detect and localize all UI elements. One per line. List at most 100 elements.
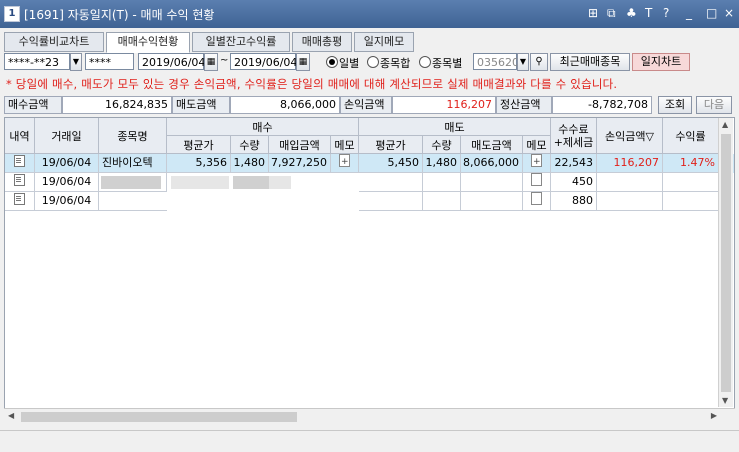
stock-name-cell: 진바이오텍 bbox=[99, 154, 167, 173]
minimize-button[interactable]: _ bbox=[686, 6, 692, 20]
date-cell: 19/06/04 bbox=[35, 192, 99, 211]
buy-amount-label: 매수금액 bbox=[4, 96, 62, 114]
settle-amount-value: -8,782,708 bbox=[552, 96, 652, 114]
account-dropdown-icon[interactable]: ▼ bbox=[70, 53, 82, 71]
col-buy-amount: 매입금액 bbox=[269, 136, 331, 154]
fee-cell: 22,543 bbox=[551, 154, 597, 173]
calendar-from-icon[interactable]: ▦ bbox=[204, 53, 218, 71]
detail-cell[interactable] bbox=[5, 192, 35, 211]
search-icon[interactable]: ⚲ bbox=[530, 53, 548, 71]
scroll-left-icon[interactable]: ◀ bbox=[8, 411, 14, 420]
vertical-scrollbar[interactable]: ▲ ▼ bbox=[718, 118, 733, 407]
sell-qty-cell: 1,480 bbox=[423, 154, 461, 173]
help-icon[interactable]: ? bbox=[663, 6, 669, 20]
copy-icon[interactable]: ⧉ bbox=[607, 6, 616, 21]
col-pnl[interactable]: 손익금액▽ bbox=[597, 118, 663, 154]
date-separator: ~ bbox=[220, 55, 229, 66]
return-rate-cell bbox=[663, 192, 719, 211]
col-group-sell: 매도 bbox=[359, 118, 551, 136]
recent-trades-button[interactable]: 최근매매종목 bbox=[550, 53, 630, 71]
radio-stock-sum[interactable]: 종목합 bbox=[367, 55, 410, 71]
memo-icon[interactable] bbox=[531, 173, 542, 186]
horizontal-scrollbar[interactable]: ◀ ▶ bbox=[4, 408, 735, 425]
scroll-up-icon[interactable]: ▲ bbox=[722, 120, 728, 129]
col-return-rate: 수익률 bbox=[663, 118, 719, 154]
font-icon[interactable]: T bbox=[645, 6, 652, 20]
sell-memo-cell[interactable] bbox=[523, 173, 551, 192]
sell-amount-cell: 8,066,000 bbox=[461, 154, 523, 173]
sell-amount-cell bbox=[461, 173, 523, 192]
col-date: 거래일 bbox=[35, 118, 99, 154]
fee-cell: 450 bbox=[551, 173, 597, 192]
horizontal-scroll-thumb[interactable] bbox=[21, 412, 297, 422]
detail-cell[interactable] bbox=[5, 154, 35, 173]
detail-cell[interactable] bbox=[5, 173, 35, 192]
sell-qty-cell bbox=[423, 173, 461, 192]
date-to-field[interactable]: 2019/06/04 bbox=[230, 53, 297, 70]
redacted-block bbox=[233, 176, 269, 189]
vertical-scroll-thumb[interactable] bbox=[721, 134, 731, 392]
maximize-button[interactable]: □ bbox=[706, 6, 717, 20]
date-cell: 19/06/04 bbox=[35, 173, 99, 192]
table-row[interactable]: 19/06/04 진바이오텍 5,356 1,480 7,927,250 5,4… bbox=[5, 154, 734, 173]
clover-icon[interactable]: ♣ bbox=[626, 6, 637, 20]
tab-trade-profit-status[interactable]: 매매수익현황 bbox=[106, 32, 190, 53]
tab-return-compare-chart[interactable]: 수익률비교차트 bbox=[4, 32, 104, 52]
tab-trade-review[interactable]: 매매총평 bbox=[292, 32, 352, 52]
password-field[interactable]: **** bbox=[85, 53, 134, 70]
col-fee-tax: 수수료 +제세금 bbox=[551, 118, 597, 154]
memo-add-icon[interactable] bbox=[531, 154, 542, 171]
radio-label: 종목합 bbox=[380, 57, 411, 70]
stock-code-field[interactable]: 035620 bbox=[473, 53, 519, 70]
col-sell-amount: 매도금액 bbox=[461, 136, 523, 154]
date-cell: 19/06/04 bbox=[35, 154, 99, 173]
redacted-block bbox=[269, 176, 291, 189]
window-title: [1691] 자동일지(T) - 매매 수익 현황 bbox=[24, 8, 215, 22]
col-sell-avg: 평균가 bbox=[359, 136, 423, 154]
scroll-down-icon[interactable]: ▼ bbox=[722, 396, 728, 405]
date-from-field[interactable]: 2019/06/04 bbox=[138, 53, 205, 70]
sell-amount-label: 매도금액 bbox=[172, 96, 230, 114]
detail-doc-icon[interactable] bbox=[14, 174, 25, 186]
radio-daily[interactable]: 일별 bbox=[326, 55, 359, 71]
account-select[interactable]: ****-**23 bbox=[4, 53, 70, 70]
sell-avg-cell bbox=[359, 173, 423, 192]
radio-dot-icon bbox=[326, 56, 338, 68]
return-rate-cell: 1.47% bbox=[663, 154, 719, 173]
buy-qty-cell: 1,480 bbox=[231, 154, 269, 173]
scroll-right-icon[interactable]: ▶ bbox=[711, 411, 717, 420]
radio-by-stock[interactable]: 종목별 bbox=[419, 55, 462, 71]
status-bar bbox=[0, 430, 739, 452]
detail-doc-icon[interactable] bbox=[14, 193, 25, 205]
sell-amount-value: 8,066,000 bbox=[230, 96, 340, 114]
table-row[interactable]: 19/06/04 880 bbox=[5, 192, 734, 211]
calendar-to-icon[interactable]: ▦ bbox=[296, 53, 310, 71]
journal-chart-button[interactable]: 일지차트 bbox=[632, 53, 690, 71]
buy-avg-cell bbox=[167, 173, 231, 192]
query-button[interactable]: 조회 bbox=[658, 96, 692, 114]
layout-icon[interactable]: ⊞ bbox=[588, 6, 598, 20]
sell-qty-cell bbox=[423, 192, 461, 211]
notice-text: * 당일에 매수, 매도가 모두 있는 경우 손익금액, 수익률은 당일의 매매… bbox=[6, 77, 618, 91]
table-row[interactable]: 19/06/04 450 bbox=[5, 173, 734, 192]
buy-avg-cell: 5,356 bbox=[167, 154, 231, 173]
summary-bar: 매수금액 16,824,835 매도금액 8,066,000 손익금액 116,… bbox=[4, 96, 735, 116]
pnl-cell bbox=[597, 192, 663, 211]
stock-dropdown-icon[interactable]: ▼ bbox=[517, 53, 529, 71]
radio-dot-icon bbox=[419, 56, 431, 68]
col-sell-qty: 수량 bbox=[423, 136, 461, 154]
sell-memo-cell[interactable] bbox=[523, 192, 551, 211]
buy-memo-cell[interactable] bbox=[331, 154, 359, 173]
pnl-amount-label: 손익금액 bbox=[340, 96, 392, 114]
memo-add-icon[interactable] bbox=[339, 154, 350, 171]
redacted-block bbox=[101, 176, 161, 189]
next-button[interactable]: 다음 bbox=[696, 96, 732, 114]
detail-doc-icon[interactable] bbox=[14, 155, 25, 167]
memo-icon[interactable] bbox=[531, 192, 542, 205]
tab-journal-memo[interactable]: 일지메모 bbox=[354, 32, 414, 52]
tab-daily-balance-return[interactable]: 일별잔고수익률 bbox=[192, 32, 290, 52]
close-button[interactable]: × bbox=[724, 6, 734, 20]
title-bar: 1 [1691] 자동일지(T) - 매매 수익 현황 ⊞ ⧉ ♣ T ? _ … bbox=[0, 0, 739, 28]
col-buy-avg: 평균가 bbox=[167, 136, 231, 154]
sell-memo-cell[interactable] bbox=[523, 154, 551, 173]
